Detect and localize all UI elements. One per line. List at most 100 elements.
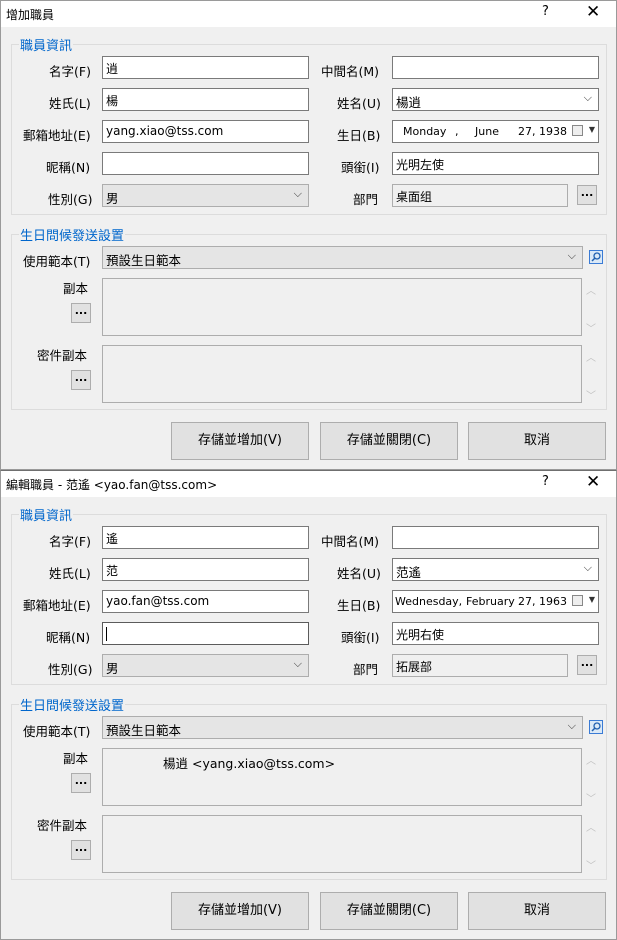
cancel-button[interactable]: 取消 (468, 892, 606, 930)
department-browse-button[interactable]: ... (577, 655, 597, 675)
email-field[interactable]: yao.fan@tss.com (102, 590, 309, 613)
first-name-label: 名字(F) (49, 534, 91, 549)
birthday-picker[interactable]: Monday , June 27, 1938 ▼ (392, 120, 599, 143)
birthday-greeting-group-title: 生日問候發送設置 (19, 695, 126, 714)
template-select[interactable]: 預設生日範本 ⌵ (102, 246, 583, 269)
save-and-add-button[interactable]: 存儲並增加(V) (171, 892, 309, 930)
save-and-add-button[interactable]: 存儲並增加(V) (171, 422, 309, 460)
bcc-scroll-up-icon[interactable]: ︿ (586, 819, 596, 834)
email-field[interactable]: yang.xiao@tss.com (102, 120, 309, 143)
gender-select[interactable]: 男 ⌵ (102, 654, 309, 677)
middle-name-field[interactable] (392, 526, 599, 549)
bcc-field[interactable] (102, 815, 582, 873)
cancel-button[interactable]: 取消 (468, 422, 606, 460)
birthday-greeting-group-title: 生日問候發送設置 (19, 225, 126, 244)
first-name-field[interactable]: 逍 (102, 56, 309, 79)
full-name-select[interactable]: 楊逍 ⌵ (392, 88, 599, 111)
cc-value: 楊逍 <yang.xiao@tss.com> (163, 756, 336, 771)
cc-field[interactable] (102, 278, 582, 336)
nickname-label: 昵稱(N) (46, 160, 91, 175)
cc-scroll-down-icon[interactable]: ﹀ (586, 790, 596, 805)
text-cursor (106, 626, 107, 641)
last-name-label: 姓氏(L) (49, 96, 91, 111)
chevron-down-icon: ⌵ (567, 719, 576, 732)
birthday-separator: , (455, 125, 459, 138)
email-label: 郵箱地址(E) (23, 598, 91, 613)
birthday-label: 生日(B) (337, 128, 381, 143)
cc-scroll-up-icon[interactable]: ︿ (586, 282, 596, 297)
full-name-label: 姓名(U) (337, 96, 381, 111)
dropdown-arrow-icon[interactable]: ▼ (589, 595, 595, 604)
template-value: 預設生日範本 (106, 723, 182, 738)
bcc-scroll-down-icon[interactable]: ﹀ (586, 857, 596, 872)
bcc-field[interactable] (102, 345, 582, 403)
cc-label: 副本 (63, 751, 89, 766)
calendar-icon[interactable] (572, 125, 583, 136)
title-bar: 增加職員 ? ✕ (1, 1, 616, 27)
title-bar: 編輯職員 - 范遙 <yao.fan@tss.com> ? ✕ (1, 471, 616, 497)
birthday-weekday: Monday (403, 125, 447, 138)
save-and-close-button[interactable]: 存儲並關閉(C) (320, 422, 458, 460)
first-name-field[interactable]: 遙 (102, 526, 309, 549)
department-field: 拓展部 (392, 654, 568, 677)
template-label: 使用範本(T) (23, 254, 91, 269)
cc-scroll-up-icon[interactable]: ︿ (586, 752, 596, 767)
department-browse-button[interactable]: ... (577, 185, 597, 205)
full-name-select[interactable]: 范遙 ⌵ (392, 558, 599, 581)
employee-info-group-title: 職員資訊 (19, 505, 74, 524)
calendar-icon[interactable] (572, 595, 583, 606)
full-name-value: 楊逍 (396, 95, 422, 110)
help-button[interactable]: ? (542, 474, 549, 489)
job-title-field[interactable]: 光明左使 (392, 152, 599, 175)
job-title-label: 頭銜(I) (341, 160, 380, 175)
employee-info-group-title: 職員資訊 (19, 35, 74, 54)
birthday-picker[interactable]: Wednesday, February 27, 1963 ▼ (392, 590, 599, 613)
bcc-label: 密件副本 (37, 818, 88, 833)
bcc-label: 密件副本 (37, 348, 88, 363)
last-name-field[interactable]: 范 (102, 558, 309, 581)
department-label: 部門 (353, 192, 379, 207)
gender-select[interactable]: 男 ⌵ (102, 184, 309, 207)
last-name-field[interactable]: 楊 (102, 88, 309, 111)
preview-magnifier-icon[interactable] (589, 720, 603, 734)
dropdown-arrow-icon[interactable]: ▼ (589, 125, 595, 134)
job-title-label: 頭銜(I) (341, 630, 380, 645)
full-name-value: 范遙 (396, 565, 422, 580)
cc-field[interactable]: 楊逍 <yang.xiao@tss.com> (102, 748, 582, 806)
bcc-scroll-up-icon[interactable]: ︿ (586, 349, 596, 364)
chevron-down-icon: ⌵ (293, 657, 302, 670)
middle-name-field[interactable] (392, 56, 599, 79)
gender-label: 性別(G) (48, 662, 93, 677)
birthday-month: June (475, 125, 499, 138)
help-button[interactable]: ? (542, 4, 549, 19)
cc-label: 副本 (63, 281, 89, 296)
birthday-day-year: 27, 1938 (518, 125, 567, 138)
bcc-browse-button[interactable]: ... (71, 370, 91, 390)
chevron-down-icon: ⌵ (567, 249, 576, 262)
last-name-label: 姓氏(L) (49, 566, 91, 581)
nickname-field[interactable] (102, 152, 309, 175)
preview-magnifier-icon[interactable] (589, 250, 603, 264)
middle-name-label: 中間名(M) (321, 64, 380, 79)
close-icon[interactable]: ✕ (586, 2, 600, 22)
bcc-scroll-down-icon[interactable]: ﹀ (586, 387, 596, 402)
chevron-down-icon: ⌵ (293, 187, 302, 200)
first-name-label: 名字(F) (49, 64, 91, 79)
nickname-field[interactable] (102, 622, 309, 645)
full-name-label: 姓名(U) (337, 566, 381, 581)
template-select[interactable]: 預設生日範本 ⌵ (102, 716, 583, 739)
bcc-browse-button[interactable]: ... (71, 840, 91, 860)
birthday-day-year: 27, 1963 (518, 595, 567, 608)
cc-browse-button[interactable]: ... (71, 303, 91, 323)
close-icon[interactable]: ✕ (586, 472, 600, 492)
email-label: 郵箱地址(E) (23, 128, 91, 143)
chevron-down-icon: ⌵ (583, 91, 592, 104)
department-label: 部門 (353, 662, 379, 677)
gender-value: 男 (106, 191, 119, 206)
department-field: 桌面组 (392, 184, 568, 207)
add-employee-dialog: 增加職員 ? ✕ 職員資訊 名字(F) 逍 中間名(M) 姓氏(L) 楊 姓名(… (0, 0, 617, 470)
cc-scroll-down-icon[interactable]: ﹀ (586, 320, 596, 335)
job-title-field[interactable]: 光明右使 (392, 622, 599, 645)
cc-browse-button[interactable]: ... (71, 773, 91, 793)
save-and-close-button[interactable]: 存儲並關閉(C) (320, 892, 458, 930)
